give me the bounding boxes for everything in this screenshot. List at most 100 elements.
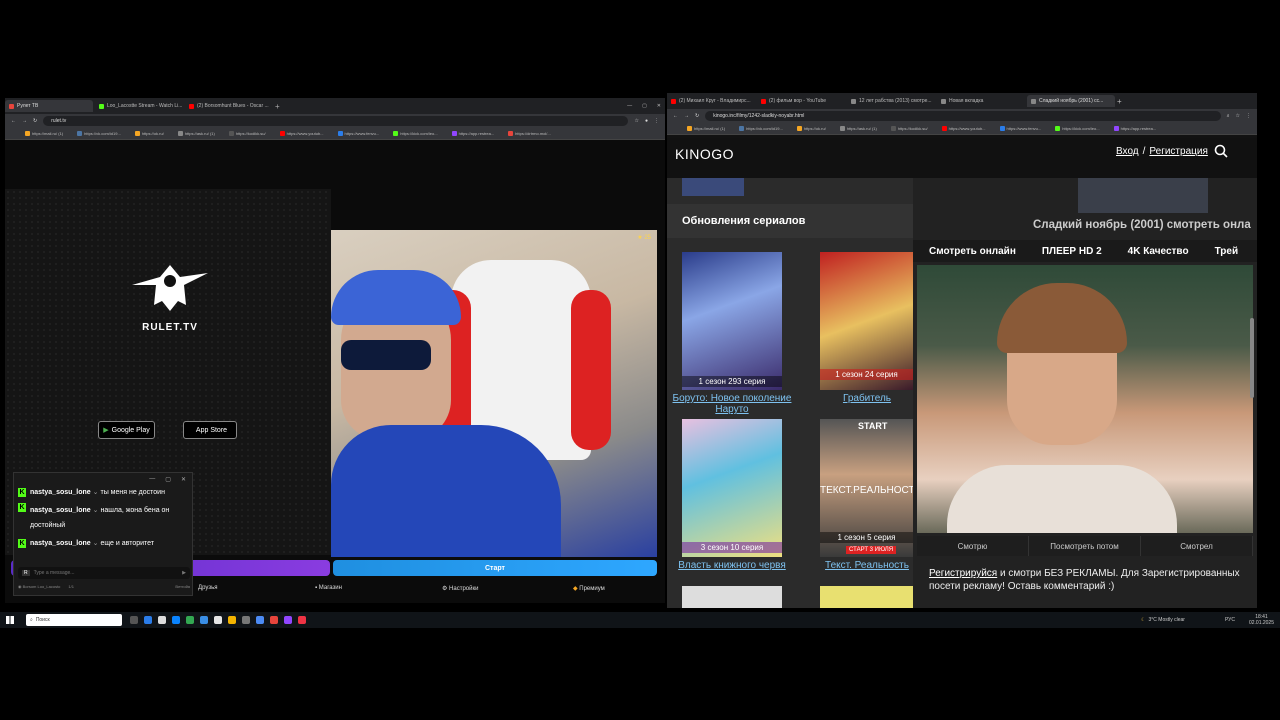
start-button[interactable]: Старт bbox=[333, 560, 657, 576]
register-promo-link[interactable]: Регистрируйся bbox=[929, 568, 997, 579]
language-indicator[interactable]: РУС bbox=[1225, 617, 1235, 623]
clock[interactable]: 18:41 02.01.2025 bbox=[1249, 614, 1274, 626]
login-link[interactable]: Вход bbox=[1116, 146, 1139, 157]
watch-status-button[interactable]: Посмотреть потом bbox=[1029, 536, 1141, 556]
steam-icon[interactable] bbox=[200, 616, 208, 624]
bookmark-item[interactable]: https://kodikk.su/ bbox=[228, 131, 266, 136]
register-link[interactable]: Регистрация bbox=[1149, 146, 1207, 157]
terminal-icon[interactable] bbox=[158, 616, 166, 624]
start-icon[interactable] bbox=[6, 616, 14, 624]
reload-icon[interactable]: ↻ bbox=[33, 118, 37, 124]
poster-next[interactable] bbox=[820, 586, 913, 608]
app-icon[interactable] bbox=[242, 616, 250, 624]
chrome-icon[interactable] bbox=[256, 616, 264, 624]
menu-icon[interactable]: ⋮ bbox=[1246, 113, 1251, 119]
profile-icon[interactable]: ● bbox=[645, 118, 648, 124]
poster-title-link[interactable]: Боруто: Новое поколение Наруто bbox=[667, 393, 797, 415]
player-tab[interactable]: Трей bbox=[1215, 246, 1239, 257]
bookmark-item[interactable]: https://www.fenvu... bbox=[999, 126, 1041, 131]
star-icon[interactable]: ☆ bbox=[1236, 113, 1240, 119]
tab-kick[interactable]: Loo_Lacostte Stream - Watch Li... bbox=[95, 100, 183, 112]
app-store-button[interactable]: App Store bbox=[183, 421, 237, 439]
chat-close-icon[interactable]: ✕ bbox=[181, 476, 186, 483]
bookmark-item[interactable]: https://ok.ru/ bbox=[134, 131, 164, 136]
maximize-icon[interactable]: ▢ bbox=[642, 103, 647, 109]
bookmark-item[interactable]: https://drtrmo.mol/... bbox=[508, 131, 551, 136]
new-tab-icon[interactable]: + bbox=[1117, 97, 1122, 106]
bookmark-item[interactable]: https://ok.ru/ bbox=[796, 126, 826, 131]
chat-input[interactable]: R Type a message... ▶ bbox=[18, 567, 190, 579]
chat-username[interactable]: nastya_sosu_lone bbox=[30, 489, 91, 496]
chat-maximize-icon[interactable]: ▢ bbox=[165, 476, 171, 483]
browser-tab[interactable]: (2) фильм вор - YouTube bbox=[757, 95, 845, 107]
browser-tab[interactable]: (2) Михаил Круг - Владимирс... bbox=[667, 95, 755, 107]
bookmark-item[interactable]: https://www.youtub... bbox=[279, 131, 324, 136]
weather-widget[interactable]: ☾ 3°C Mostly clear bbox=[1141, 617, 1185, 623]
player-tab[interactable]: Смотреть онлайн bbox=[929, 246, 1016, 257]
task-view-icon[interactable] bbox=[130, 616, 138, 624]
google-play-button[interactable]: ▶ Google Play bbox=[98, 421, 155, 439]
scrollbar-thumb[interactable] bbox=[1250, 318, 1254, 398]
chat-username[interactable]: nastya_sosu_lone bbox=[30, 540, 91, 547]
tab-youtube[interactable]: (2) Borsomhunt Blues - Oscar ... bbox=[185, 100, 273, 112]
bookmark-item[interactable]: https://kick.com/leo... bbox=[393, 131, 438, 136]
reload-icon[interactable]: ↻ bbox=[695, 113, 699, 119]
player-tab[interactable]: 4K Качество bbox=[1128, 246, 1189, 257]
app-icon[interactable] bbox=[214, 616, 222, 624]
app-icon[interactable] bbox=[298, 616, 306, 624]
watch-status-button[interactable]: Смотрю bbox=[917, 536, 1029, 556]
bookmark-item[interactable]: https://kick.com/leo... bbox=[1055, 126, 1100, 131]
bookmark-item[interactable]: https://vk.com/id19... bbox=[77, 131, 121, 136]
chat-username[interactable]: nastya_sosu_lone bbox=[30, 507, 91, 514]
poster-title-link[interactable]: Власть книжного червя bbox=[667, 560, 797, 571]
star-icon[interactable]: ☆ bbox=[634, 118, 638, 124]
browser-tab[interactable]: 12 лет рабства (2013) смотре... bbox=[847, 95, 935, 107]
bookmark-item[interactable]: https://app.restrea... bbox=[1113, 126, 1156, 131]
tab-rulet[interactable]: Рулет ТВ bbox=[5, 100, 93, 112]
bookmark-item[interactable]: https://mail.ru/ (1) bbox=[25, 131, 63, 136]
previous-poster-thumb[interactable] bbox=[682, 178, 744, 196]
nav-settings[interactable]: ⚙ Настройки bbox=[442, 585, 478, 592]
bookmark-item[interactable]: https://ask.ru/ (1) bbox=[839, 126, 877, 131]
store-icon[interactable] bbox=[186, 616, 194, 624]
edge-icon[interactable] bbox=[172, 616, 180, 624]
back-icon[interactable]: ← bbox=[11, 118, 16, 124]
back-icon[interactable]: ← bbox=[673, 113, 678, 119]
app-icon[interactable] bbox=[284, 616, 292, 624]
nav-friends[interactable]: Друзья bbox=[198, 585, 217, 591]
bookmark-item[interactable]: https://kodikk.su/ bbox=[890, 126, 928, 131]
obs-icon[interactable] bbox=[270, 616, 278, 624]
bookmark-item[interactable]: https://mail.ru/ (1) bbox=[687, 126, 725, 131]
browser-tab[interactable]: Сладкий ноябрь (2001) сс... bbox=[1027, 95, 1115, 107]
app-icon[interactable] bbox=[228, 616, 236, 624]
search-icon[interactable] bbox=[1214, 144, 1228, 158]
poster-bookworm[interactable]: 3 сезон 10 серия bbox=[682, 419, 782, 557]
poster-boruto[interactable]: 1 сезон 293 серия bbox=[682, 252, 782, 390]
video-player[interactable] bbox=[917, 265, 1253, 533]
nav-shop[interactable]: ▪ Магазин bbox=[315, 585, 342, 591]
send-icon[interactable]: ▶ bbox=[182, 570, 186, 576]
bookmark-item[interactable]: https://app.restrea... bbox=[451, 131, 494, 136]
zoom-icon[interactable]: ⌕ bbox=[1227, 113, 1230, 119]
poster-grabitel[interactable]: 1 сезон 24 серия bbox=[820, 252, 913, 390]
bookmark-item[interactable]: https://ask.ru/ (1) bbox=[177, 131, 215, 136]
bookmark-item[interactable]: https://vk.com/id19... bbox=[739, 126, 783, 131]
watch-status-button[interactable]: Смотрел bbox=[1141, 536, 1253, 556]
minimize-icon[interactable]: — bbox=[627, 103, 632, 109]
taskbar-search[interactable]: ⌕ Поиск bbox=[26, 614, 122, 626]
url-field[interactable]: rulet.tv bbox=[43, 116, 629, 126]
chat-emote-icon[interactable]: R bbox=[22, 570, 30, 576]
nav-premium[interactable]: ◆ Премиум bbox=[573, 585, 605, 592]
url-field[interactable]: kinogo.inc/filmy/1242-sladkiy-noyabr.htm… bbox=[705, 111, 1221, 121]
forward-icon[interactable]: → bbox=[684, 113, 689, 119]
chat-minimize-icon[interactable]: — bbox=[149, 476, 155, 482]
poster-tekst[interactable]: START ТЕКСТ.РЕАЛЬНОСТЬ 1 сезон 5 серия С… bbox=[820, 419, 913, 557]
forward-icon[interactable]: → bbox=[22, 118, 27, 124]
menu-icon[interactable]: ⋮ bbox=[654, 118, 659, 124]
player-tab[interactable]: ПЛЕЕР HD 2 bbox=[1042, 246, 1102, 257]
site-logo[interactable]: KINOGO bbox=[675, 146, 734, 162]
poster-next[interactable] bbox=[682, 586, 782, 608]
bookmark-item[interactable]: https://www.fenvu... bbox=[337, 131, 379, 136]
explorer-icon[interactable] bbox=[144, 616, 152, 624]
browser-tab[interactable]: Новая вкладка bbox=[937, 95, 1025, 107]
